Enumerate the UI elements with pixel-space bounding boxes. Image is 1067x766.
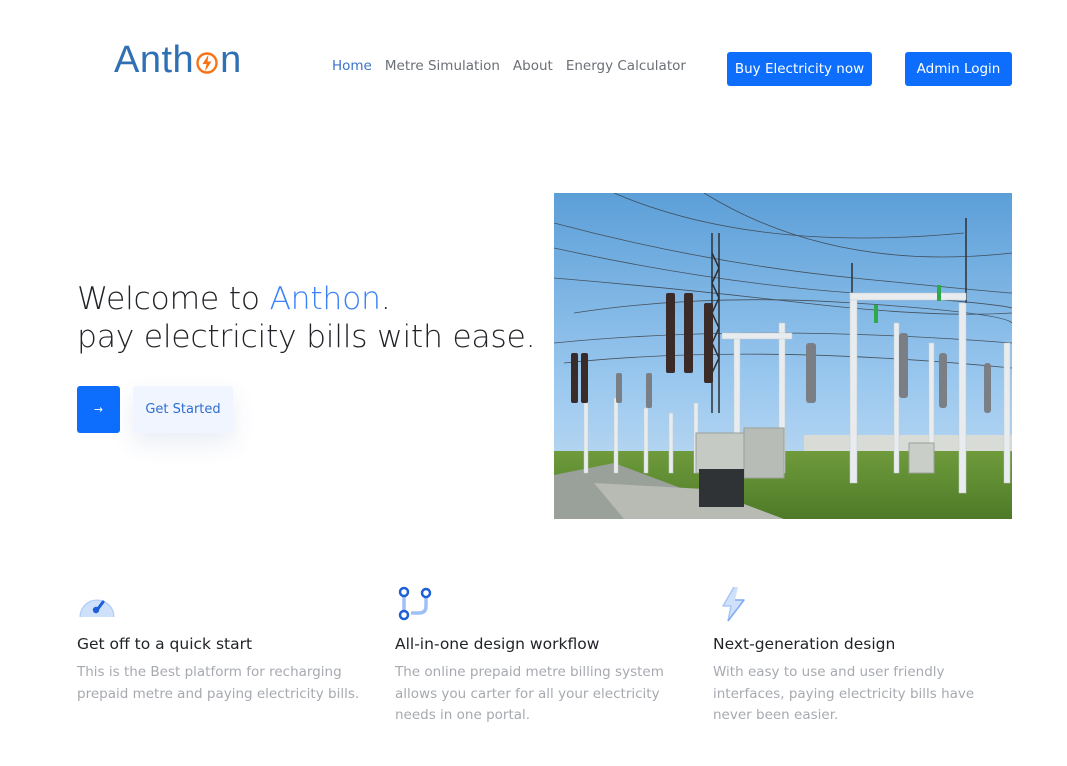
hero-line2: pay electricity bills with ease. xyxy=(77,319,536,355)
hero-brand-name: Anthon xyxy=(269,281,381,317)
feature-description: With easy to use and user friendly inter… xyxy=(713,664,975,723)
logo-text-end: n xyxy=(220,38,242,81)
hero-heading: Welcome to Anthon. pay electricity bills… xyxy=(77,280,536,356)
get-started-button[interactable]: Get Started xyxy=(133,386,233,433)
substation-illustration xyxy=(554,193,1012,519)
buy-electricity-button[interactable]: Buy Electricity now xyxy=(727,52,872,86)
main-nav: Home Metre Simulation About Energy Calcu… xyxy=(332,58,686,74)
nav-metre-simulation[interactable]: Metre Simulation xyxy=(385,58,500,74)
logo[interactable]: Anth n xyxy=(114,38,242,82)
lightning-bolt-icon xyxy=(196,52,218,74)
nav-energy-calculator[interactable]: Energy Calculator xyxy=(566,58,686,74)
arrow-right-icon: → xyxy=(93,403,104,416)
feature-title: All-in-one design workflow xyxy=(395,635,600,653)
logo-text-start: Anth xyxy=(114,38,195,81)
feature-title: Get off to a quick start xyxy=(77,635,253,653)
feature-description: This is the Best platform for recharging… xyxy=(77,664,360,702)
feature-next-generation: Next-generation design With easy to use … xyxy=(713,584,1013,723)
feature-quick-start: Get off to a quick start This is the Bes… xyxy=(77,584,377,702)
feature-design-workflow: All-in-one design workflow The online pr… xyxy=(395,584,695,723)
lightning-icon xyxy=(722,586,745,622)
substation-photo xyxy=(554,193,1012,519)
nav-home[interactable]: Home xyxy=(332,58,372,74)
feature-title: Next-generation design xyxy=(713,635,896,653)
speedometer-icon xyxy=(79,599,115,618)
admin-login-button[interactable]: Admin Login xyxy=(905,52,1012,86)
hero-line1-prefix: Welcome to xyxy=(77,281,270,317)
hero-line1-suffix: . xyxy=(380,281,391,317)
feature-description: The online prepaid metre billing system … xyxy=(395,664,664,723)
arrow-button[interactable]: → xyxy=(77,386,120,433)
workflow-icon xyxy=(398,586,432,621)
nav-about[interactable]: About xyxy=(513,58,553,74)
